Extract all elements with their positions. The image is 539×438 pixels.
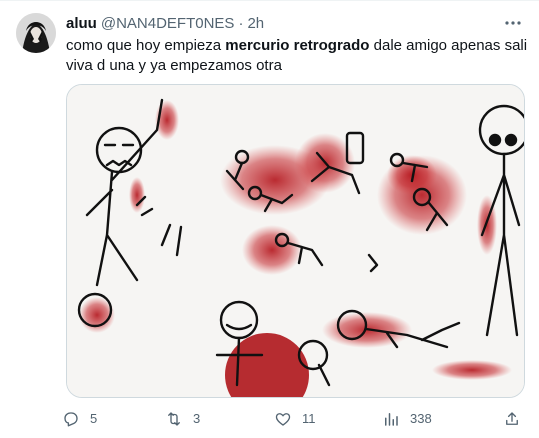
more-options-button[interactable] (503, 13, 523, 33)
share-button[interactable] (503, 408, 531, 430)
retweet-count: 3 (193, 411, 201, 426)
reply-count: 5 (90, 411, 98, 426)
tweet-header: aluu @NAN4DEFT0NES · 2h (66, 14, 264, 34)
tweet-card[interactable]: aluu @NAN4DEFT0NES · 2h como que hoy empiez… (0, 0, 539, 438)
heart-icon (275, 413, 291, 426)
like-count: 11 (302, 411, 316, 426)
avatar[interactable] (16, 13, 56, 53)
views-count: 338 (410, 411, 432, 426)
stick-figure-drawing (67, 85, 524, 397)
views-button[interactable]: 338 (382, 408, 432, 430)
action-bar: 5 3 11 338 (62, 408, 528, 430)
like-button[interactable]: 11 (274, 408, 316, 430)
timestamp[interactable]: 2h (247, 15, 264, 32)
tweet-image[interactable] (66, 84, 525, 398)
share-icon (506, 412, 518, 425)
author-name[interactable]: aluu (66, 15, 97, 32)
more-horizontal-icon (505, 21, 521, 25)
tweet-text: como que hoy empieza mercurio retrogrado… (66, 36, 528, 76)
author-handle[interactable]: @NAN4DEFT0NES (101, 15, 235, 32)
retweet-button[interactable]: 3 (165, 408, 200, 430)
views-chart-icon (385, 413, 398, 426)
reply-button[interactable]: 5 (62, 408, 97, 430)
separator-dot: · (238, 15, 244, 32)
retweet-icon (168, 412, 180, 426)
tweet-text-part1: como que hoy empieza (66, 37, 226, 54)
reply-icon (64, 412, 78, 427)
tweet-text-bold: mercurio retrogrado (225, 37, 370, 54)
